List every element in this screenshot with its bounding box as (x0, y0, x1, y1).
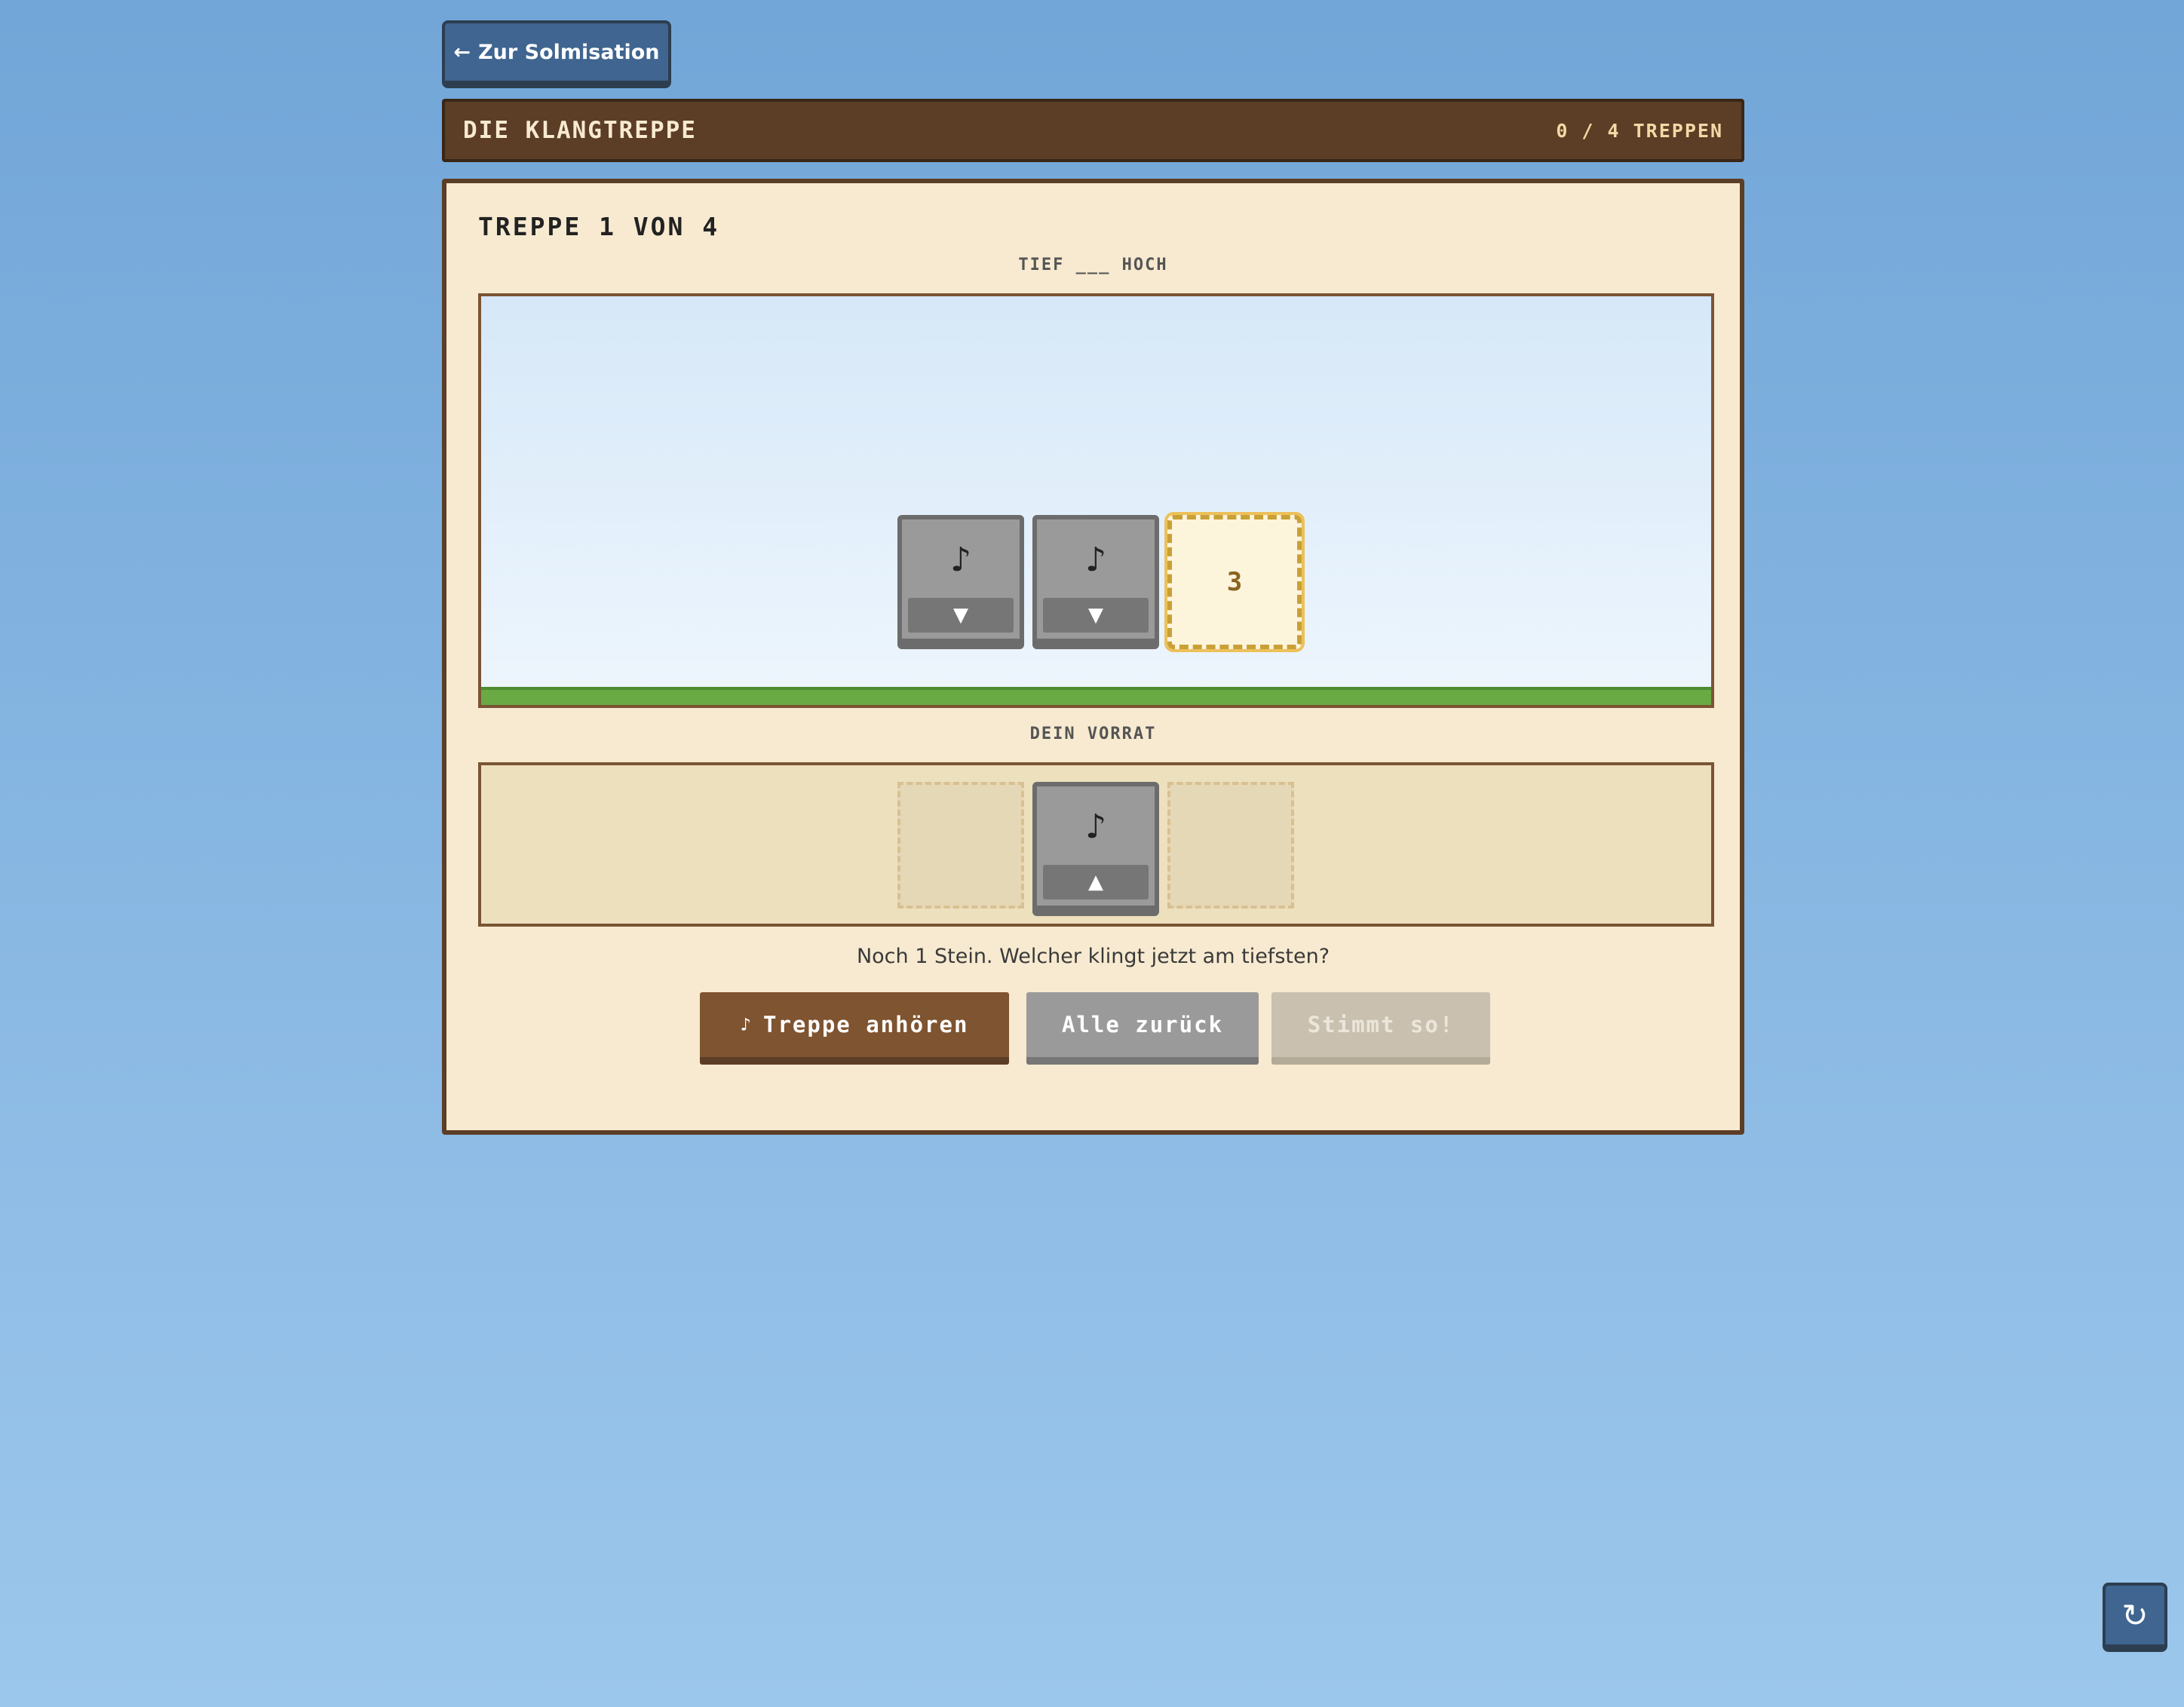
move-down-button[interactable]: ▼ (1043, 598, 1149, 633)
pool-stone[interactable]: ♪ ▲ (1032, 782, 1159, 916)
music-note-icon: ♪ (949, 541, 972, 579)
stair-title: TREPPE 1 VON 4 (478, 212, 720, 241)
reload-icon[interactable]: ↻ (2103, 1583, 2167, 1652)
placed-stone-1[interactable]: ♪ ▼ (897, 515, 1024, 649)
music-note-icon: ♪ (740, 1014, 753, 1035)
game-title: DIE KLANGTREPPE (463, 117, 697, 144)
play-stairs-label: Treppe anhören (763, 1012, 969, 1037)
move-down-button[interactable]: ▼ (908, 598, 1014, 633)
stair-build-area: ♪ ▼ ♪ ▼ 3 (478, 293, 1714, 708)
game-panel: TREPPE 1 VON 4 TIEF ___ HOCH ♪ ▼ ♪ ▼ 3 D… (442, 179, 1744, 1135)
target-slot[interactable]: 3 (1164, 512, 1305, 652)
placed-stone-2[interactable]: ♪ ▼ (1032, 515, 1159, 649)
pitch-axis-label: TIEF ___ HOCH (1018, 256, 1168, 274)
grass-ground (481, 687, 1711, 705)
check-answer-button[interactable]: Stimmt so! (1271, 992, 1490, 1065)
stairs-progress: 0 / 4 TREPPEN (1556, 119, 1723, 142)
move-up-button[interactable]: ▲ (1043, 865, 1149, 899)
back-button-label: Zur Solmisation (478, 40, 660, 64)
game-header: DIE KLANGTREPPE 0 / 4 TREPPEN (442, 99, 1744, 162)
empty-pool-slot (1167, 782, 1294, 909)
hint-text: Noch 1 Stein. Welcher klingt jetzt am ti… (856, 945, 1330, 968)
play-stairs-button[interactable]: ♪ Treppe anhören (700, 992, 1009, 1065)
empty-pool-slot (897, 782, 1024, 909)
reset-all-button[interactable]: Alle zurück (1026, 992, 1259, 1065)
back-to-solmisation-button[interactable]: ← Zur Solmisation (442, 20, 671, 88)
music-note-icon: ♪ (1084, 808, 1107, 846)
arrow-left-icon: ← (453, 40, 471, 64)
music-note-icon: ♪ (1084, 541, 1107, 579)
stone-pool: ♪ ▲ (478, 762, 1714, 927)
pool-label: DEIN VORRAT (1029, 725, 1157, 743)
